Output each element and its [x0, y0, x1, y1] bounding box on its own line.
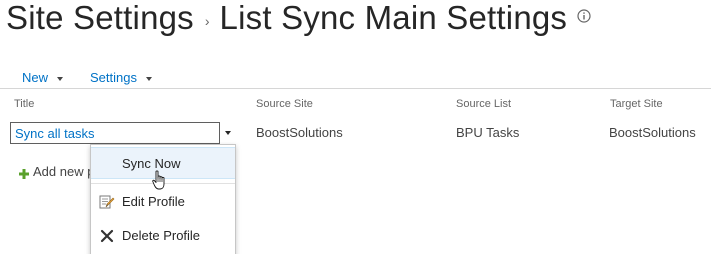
chevron-down-icon: [145, 76, 152, 81]
sync-now-label: Sync Now: [122, 156, 181, 171]
table-row: Sync all tasks BoostSolutions BPU Tasks …: [0, 120, 711, 146]
chevron-down-icon: [57, 76, 64, 81]
info-icon[interactable]: [577, 9, 591, 23]
edit-icon: [99, 194, 115, 210]
list-toolbar: New Settings: [0, 67, 711, 89]
column-header-source-site[interactable]: Source Site: [256, 98, 313, 110]
new-menu-button[interactable]: New: [22, 70, 64, 85]
title-cell: Sync all tasks: [10, 122, 220, 144]
column-header-title[interactable]: Title: [14, 98, 34, 110]
column-header-source-list[interactable]: Source List: [456, 98, 511, 110]
edit-profile-label: Edit Profile: [122, 194, 185, 209]
menu-item-delete-profile[interactable]: Delete Profile: [91, 220, 235, 252]
settings-menu-button[interactable]: Settings: [90, 70, 152, 85]
settings-label: Settings: [90, 70, 137, 85]
page-title-text: List Sync Main Settings: [219, 0, 568, 36]
breadcrumb-site-settings[interactable]: Site Settings: [6, 0, 194, 37]
column-header-target-site[interactable]: Target Site: [610, 98, 663, 110]
breadcrumb-separator: ›: [204, 13, 210, 29]
source-list-cell: BPU Tasks: [456, 125, 520, 140]
target-site-cell: BoostSolutions: [609, 125, 696, 140]
new-label: New: [22, 70, 49, 85]
source-site-cell: BoostSolutions: [256, 125, 343, 140]
add-new-label: Add new p: [33, 164, 95, 179]
add-new-profile-link[interactable]: Add new p: [19, 164, 94, 179]
delete-icon: [99, 228, 115, 244]
profile-title-link[interactable]: Sync all tasks: [15, 126, 94, 141]
item-menu-chevron-icon[interactable]: [225, 131, 231, 135]
delete-profile-label: Delete Profile: [122, 228, 201, 243]
plus-icon: [19, 167, 29, 179]
page-title: Site Settings › List Sync Main Settings: [6, 0, 591, 43]
item-context-menu: Sync Now Edit Profile Delete Profile: [90, 144, 236, 254]
hand-cursor-icon: [152, 170, 168, 192]
